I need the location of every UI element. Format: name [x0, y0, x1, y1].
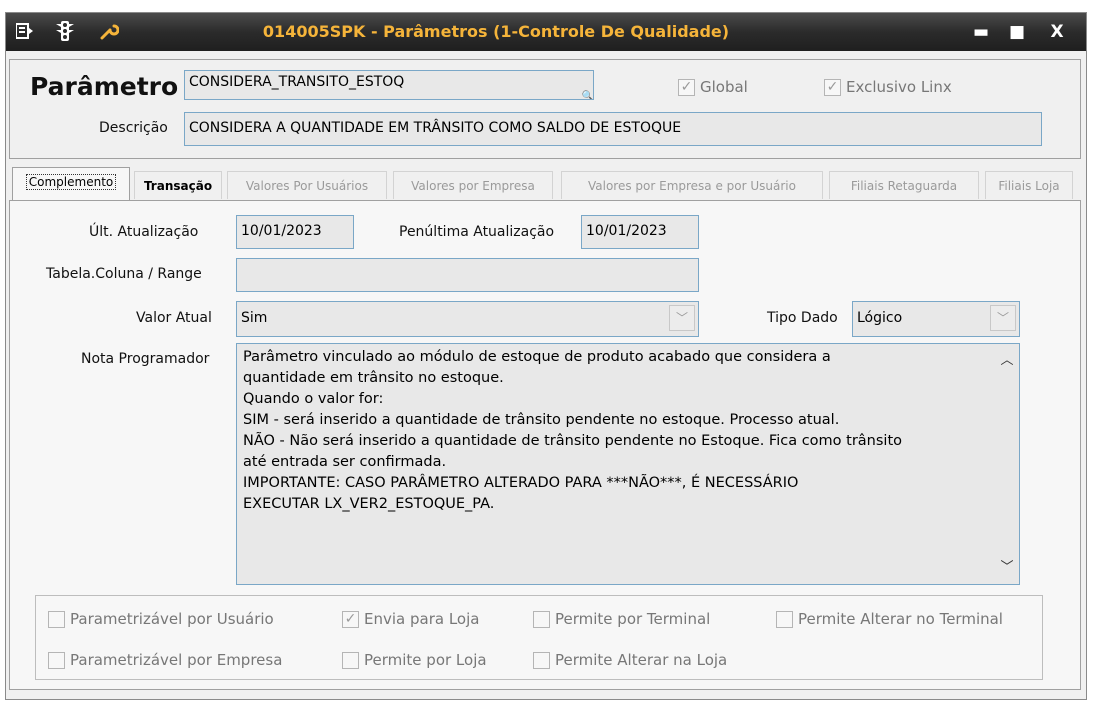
permite-por-terminal-checkbox[interactable]: Permite por Terminal	[533, 610, 710, 628]
maximize-button[interactable]: ■	[1004, 19, 1030, 45]
exclusivo-linx-checkbox[interactable]: ✓ Exclusivo Linx	[824, 78, 952, 96]
parametrizavel-usuario-checkbox[interactable]: Parametrizável por Usuário	[48, 610, 274, 628]
tab-complemento[interactable]: Complemento	[12, 167, 130, 201]
checkbox-icon	[776, 610, 793, 628]
permite-por-loja-checkbox[interactable]: Permite por Loja	[342, 651, 487, 669]
tipo-dado-value: Lógico	[857, 310, 903, 326]
permite-por-loja-label: Permite por Loja	[364, 651, 487, 669]
tab-valores-por-usuarios[interactable]: Valores Por Usuários	[227, 171, 387, 199]
permite-alterar-terminal-label: Permite Alterar no Terminal	[798, 610, 1003, 628]
parametrizavel-usuario-label: Parametrizável por Usuário	[70, 610, 274, 628]
tipo-dado-select[interactable]: Lógico ﹀	[852, 301, 1020, 337]
description-field[interactable]: CONSIDERA A QUANTIDADE EM TRÂNSITO COMO …	[184, 112, 1042, 146]
parameter-label: Parâmetro	[30, 72, 179, 101]
envia-para-loja-label: Envia para Loja	[364, 610, 480, 628]
exclusivo-linx-label: Exclusivo Linx	[846, 78, 952, 96]
permite-por-terminal-label: Permite por Terminal	[555, 610, 711, 628]
global-label: Global	[700, 78, 748, 96]
permite-alterar-loja-checkbox[interactable]: Permite Alterar na Loja	[533, 651, 727, 669]
permite-alterar-terminal-checkbox[interactable]: Permite Alterar no Terminal	[776, 610, 1003, 628]
ult-atualizacao-field[interactable]: 10/01/2023	[236, 215, 354, 249]
lookup-icon[interactable]: 🔍	[582, 91, 593, 99]
tab-strip: Complemento Transação Valores Por Usuári…	[9, 167, 1081, 201]
chevron-down-icon[interactable]: ﹀	[669, 305, 695, 331]
parameter-window: 014005SPK - Parâmetros (1-Controle De Qu…	[5, 12, 1087, 700]
permite-alterar-loja-label: Permite Alterar na Loja	[555, 651, 728, 669]
parametrizavel-empresa-label: Parametrizável por Empresa	[70, 651, 283, 669]
tabela-coluna-label: Tabela.Coluna / Range	[46, 266, 202, 282]
scroll-down-icon[interactable]: ﹀	[1000, 557, 1013, 578]
tab-valores-por-empresa-usuario[interactable]: Valores por Empresa e por Usuário	[561, 171, 823, 199]
wrench-icon[interactable]	[98, 20, 120, 42]
valor-atual-label: Valor Atual	[136, 310, 212, 326]
tab-filiais-loja[interactable]: Filiais Loja	[985, 171, 1073, 199]
close-button[interactable]: X	[1044, 19, 1070, 45]
checkbox-icon	[533, 610, 550, 628]
envia-para-loja-checkbox[interactable]: ✓ Envia para Loja	[342, 610, 479, 628]
traffic-light-icon[interactable]	[54, 20, 76, 42]
chevron-down-icon[interactable]: ﹀	[990, 305, 1016, 331]
nota-programador-text: Parâmetro vinculado ao módulo de estoque…	[243, 349, 903, 512]
checkbox-icon	[533, 651, 550, 669]
checkbox-icon	[48, 610, 65, 628]
checkbox-icon	[342, 651, 359, 669]
tab-transacao[interactable]: Transação	[134, 171, 222, 199]
valor-atual-select[interactable]: Sim ﹀	[236, 301, 699, 337]
checkbox-icon	[48, 651, 65, 669]
tipo-dado-label: Tipo Dado	[767, 310, 838, 326]
memo-scrollbar[interactable]: ︿ ﹀	[997, 346, 1017, 582]
parametrizavel-empresa-checkbox[interactable]: Parametrizável por Empresa	[48, 651, 282, 669]
penultima-atualizacao-field[interactable]: 10/01/2023	[581, 215, 699, 249]
tab-valores-por-empresa[interactable]: Valores por Empresa	[393, 171, 553, 199]
nota-programador-memo[interactable]: Parâmetro vinculado ao módulo de estoque…	[236, 343, 1020, 585]
window-title: 014005SPK - Parâmetros (1-Controle De Qu…	[262, 22, 730, 41]
parameter-header: Parâmetro CONSIDERA_TRANSITO_ESTOQ 🔍 ✓ G…	[9, 59, 1081, 159]
penultima-atualizacao-label: Penúltima Atualização	[399, 224, 555, 240]
minimize-button[interactable]: ▬	[968, 19, 994, 45]
parameter-value: CONSIDERA_TRANSITO_ESTOQ	[189, 74, 405, 90]
ult-atualizacao-label: Últ. Atualização	[89, 224, 199, 240]
checkmark-icon: ✓	[824, 78, 841, 96]
checkmark-icon: ✓	[342, 610, 359, 628]
parameter-field[interactable]: CONSIDERA_TRANSITO_ESTOQ 🔍	[184, 70, 594, 100]
scroll-up-icon[interactable]: ︿	[1000, 350, 1013, 371]
tab-filiais-retaguarda[interactable]: Filiais Retaguarda	[829, 171, 979, 199]
global-checkbox[interactable]: ✓ Global	[678, 78, 748, 96]
tabela-coluna-field[interactable]	[236, 258, 699, 292]
valor-atual-value: Sim	[241, 310, 268, 326]
title-bar[interactable]: 014005SPK - Parâmetros (1-Controle De Qu…	[6, 13, 1086, 51]
description-label: Descrição	[99, 120, 168, 136]
menu-icon[interactable]	[14, 20, 36, 42]
checkmark-icon: ✓	[678, 78, 695, 96]
nota-programador-label: Nota Programador	[81, 351, 210, 367]
